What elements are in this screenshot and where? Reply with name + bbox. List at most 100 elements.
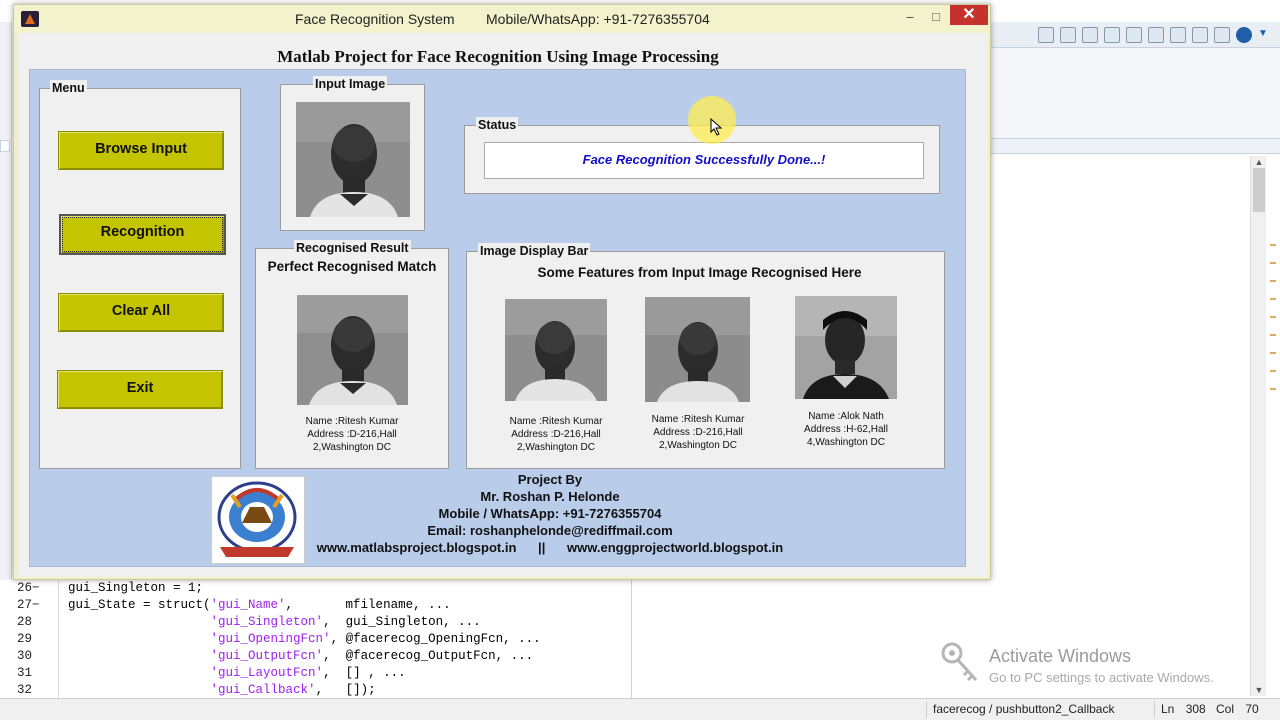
help-icon[interactable] — [1236, 27, 1252, 43]
clear-all-button[interactable]: Clear All — [58, 293, 224, 332]
window-title: Face Recognition System — [295, 11, 455, 27]
code-string: 'gui_OpeningFcn' — [210, 632, 331, 646]
scroll-thumb[interactable] — [1253, 168, 1265, 212]
matched-name: Name :Ritesh Kumar — [305, 416, 399, 427]
matched-address-line1: Address :D-216,Hall — [307, 429, 397, 440]
code-string: 'gui_Callback' — [210, 683, 316, 697]
code-text-post: , mfilename, ... — [285, 598, 451, 612]
code-line[interactable]: 30 'gui_OutputFcn', @facerecog_OutputFcn… — [0, 648, 632, 665]
code-line[interactable]: 32 'gui_Callback', []); — [0, 682, 632, 699]
redo-icon[interactable] — [1170, 27, 1186, 43]
window-icon[interactable] — [1192, 27, 1208, 43]
editor-background — [990, 48, 1280, 138]
close-button[interactable]: ✕ — [950, 5, 988, 25]
cut-icon[interactable] — [1082, 27, 1098, 43]
copy-icon[interactable] — [1104, 27, 1120, 43]
browse-input-button[interactable]: Browse Input — [58, 131, 224, 170]
window-title-contact: Mobile/WhatsApp: +91-7276355704 — [486, 11, 710, 27]
code-line[interactable]: 29 'gui_OpeningFcn', @facerecog_OpeningF… — [0, 631, 632, 648]
recognition-button[interactable]: Recognition — [59, 214, 226, 255]
feature-name-2: Name :Ritesh Kumar — [651, 414, 745, 425]
undo-icon[interactable] — [1148, 27, 1164, 43]
input-image-group: Input Image — [280, 76, 425, 231]
feature-name-3: Name :Alok Nath — [808, 411, 884, 422]
matched-address-line2: 2,Washington DC — [313, 442, 391, 453]
code-text: 'gui_LayoutFcn', [] , ... — [68, 665, 406, 682]
code-string: 'gui_Singleton' — [210, 615, 324, 629]
minimize-button[interactable]: − — [897, 7, 923, 27]
feature-face-image-3 — [795, 296, 897, 399]
open-icon[interactable] — [1038, 27, 1054, 43]
watermark-title: Activate Windows — [989, 646, 1132, 666]
feature-info-3: Name :Alok Nath Address :H-62,Hall 4,Was… — [785, 410, 907, 449]
code-text: gui_State = struct('gui_Name', mfilename… — [68, 597, 451, 614]
matlab-icon — [21, 11, 39, 27]
face-recognition-window: Face Recognition System Mobile/WhatsApp:… — [13, 4, 991, 580]
maximize-button[interactable]: □ — [923, 7, 949, 27]
footer-mobile: Mobile / WhatsApp: +91-7276355704 — [438, 506, 662, 521]
recognised-result-legend: Recognised Result — [294, 240, 411, 256]
code-line[interactable]: 31 'gui_LayoutFcn', [] , ... — [0, 665, 632, 682]
status-column: Col 70 — [1210, 701, 1276, 718]
code-text: 'gui_Singleton', gui_Singleton, ... — [68, 614, 481, 631]
image-display-bar-legend: Image Display Bar — [478, 243, 591, 259]
status-line-label: Ln — [1161, 702, 1175, 716]
code-text-pre — [68, 649, 211, 663]
status-legend: Status — [476, 117, 519, 133]
menu-group: Menu Browse Input Recognition Clear All … — [39, 80, 241, 469]
feature-info-1: Name :Ritesh Kumar Address :D-216,Hall 2… — [495, 415, 617, 454]
code-line[interactable]: 26− gui_Singleton = 1; — [0, 580, 632, 597]
scroll-up-icon[interactable]: ▲ — [1251, 156, 1267, 168]
status-line-value: 308 — [1185, 702, 1206, 716]
code-line[interactable]: 28 'gui_Singleton', gui_Singleton, ... — [0, 614, 632, 631]
feature-info-2: Name :Ritesh Kumar Address :D-216,Hall 2… — [637, 413, 759, 452]
status-message: Face Recognition Successfully Done...! — [484, 142, 924, 179]
breakpoint-marker[interactable]: − — [32, 580, 40, 597]
feature-name-1: Name :Ritesh Kumar — [509, 416, 603, 427]
input-image-legend: Input Image — [313, 76, 388, 92]
recognised-result-headline: Perfect Recognised Match — [267, 259, 437, 274]
feature-address1-1: Address :D-216,Hall — [511, 429, 601, 440]
matched-face-image — [297, 295, 408, 405]
paste-icon[interactable] — [1126, 27, 1142, 43]
window-client-area: Matlab Project for Face Recognition Usin… — [18, 33, 988, 577]
status-function: facerecog / pushbutton2_Callback — [926, 701, 1155, 718]
recognised-result-group: Recognised Result Perfect Recognised Mat… — [255, 240, 449, 469]
line-number: 30 — [16, 649, 32, 663]
footer-author: Mr. Roshan P. Helonde — [480, 489, 620, 504]
save-icon[interactable] — [1060, 27, 1076, 43]
line-number: 27 — [16, 598, 32, 612]
editor-tab-line — [990, 138, 1280, 154]
dropdown-icon[interactable]: ▼ — [1258, 27, 1272, 41]
editor-status-bar: facerecog / pushbutton2_Callback Ln 308 … — [0, 698, 1280, 720]
code-text-pre — [68, 615, 211, 629]
exit-button[interactable]: Exit — [57, 370, 223, 409]
activation-watermark: Activate Windows Go to PC settings to ac… — [940, 640, 1240, 690]
breakpoint-marker[interactable]: − — [32, 597, 40, 614]
code-text-pre — [68, 683, 211, 697]
code-text-post: , [] , ... — [323, 666, 406, 680]
code-string: 'gui_OutputFcn' — [210, 649, 324, 663]
scroll-down-icon[interactable]: ▼ — [1251, 684, 1267, 696]
window-titlebar[interactable]: Face Recognition System Mobile/WhatsApp:… — [14, 5, 990, 33]
line-number: 29 — [16, 632, 32, 646]
line-number: 32 — [16, 683, 32, 697]
line-number: 28 — [16, 615, 32, 629]
code-string: 'gui_LayoutFcn' — [210, 666, 324, 680]
code-text-pre — [68, 632, 211, 646]
settings-icon[interactable] — [1214, 27, 1230, 43]
display-bar-caption: Some Features from Input Image Recognise… — [537, 265, 862, 280]
menu-legend: Menu — [50, 80, 87, 96]
code-text-post: , @facerecog_OutputFcn, ... — [323, 649, 534, 663]
status-col-label: Col — [1216, 702, 1235, 716]
image-display-bar-group: Image Display Bar Some Features from Inp… — [466, 243, 945, 469]
feature-address1-3: Address :H-62,Hall — [804, 424, 888, 435]
code-text-post: , @facerecog_OpeningFcn, ... — [330, 632, 541, 646]
code-text: gui_Singleton = 1; — [68, 581, 204, 595]
line-number: 31 — [16, 666, 32, 680]
page-title: Matlab Project for Face Recognition Usin… — [277, 47, 719, 66]
feature-address2-1: 2,Washington DC — [517, 442, 595, 453]
editor-vertical-scrollbar[interactable]: ▲ ▼ — [1250, 156, 1266, 696]
code-line[interactable]: 27− gui_State = struct('gui_Name', mfilen… — [0, 597, 632, 614]
feature-address1-2: Address :D-216,Hall — [653, 427, 743, 438]
